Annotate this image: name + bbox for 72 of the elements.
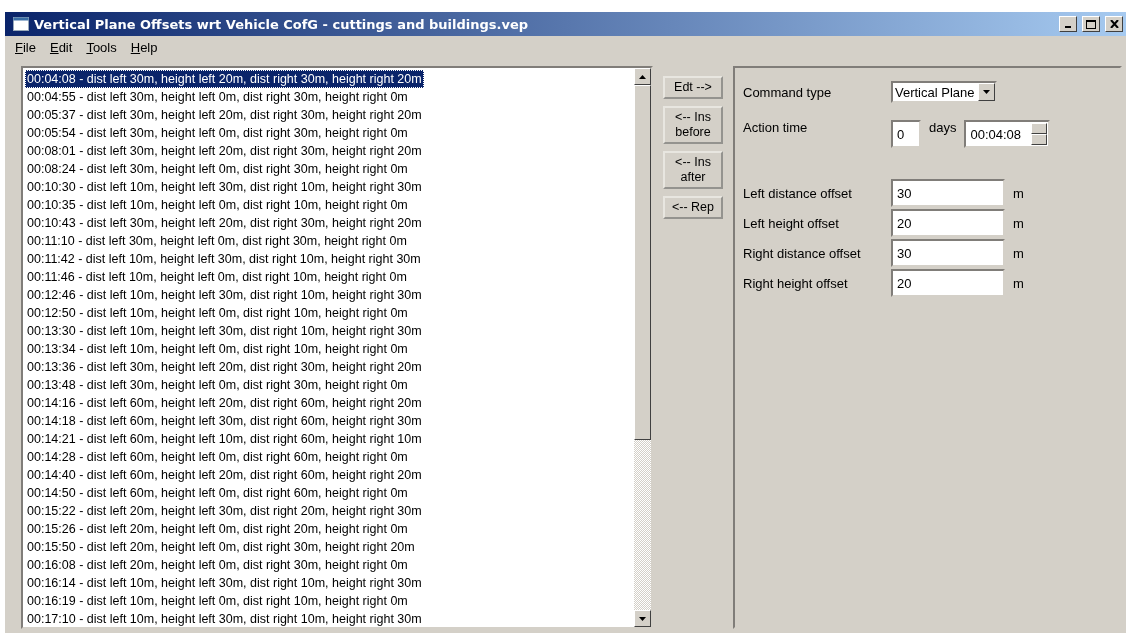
- action-button[interactable]: Edt -->: [663, 76, 723, 99]
- scrollbar[interactable]: [634, 68, 651, 627]
- unit-label: m: [1013, 245, 1024, 261]
- field-label: Right distance offset: [743, 245, 862, 261]
- field-label: Left distance offset: [743, 185, 853, 201]
- offset-field[interactable]: 30: [891, 179, 1005, 207]
- list-item[interactable]: 00:05:54 - dist left 30m, height left 0m, dist right 30m, height right 0m: [25, 124, 410, 142]
- action-button[interactable]: <-- Ins after: [663, 151, 723, 189]
- caret-icon: [982, 90, 990, 94]
- list-item[interactable]: 00:04:55 - dist left 30m, height left 0m, dist right 30m, height right 0m: [25, 88, 410, 106]
- unit-label: m: [1013, 185, 1024, 201]
- command-type-dropdown[interactable]: Vertical Plane: [891, 81, 997, 103]
- list-item[interactable]: 00:13:36 - dist left 30m, height left 20m, dist right 30m, height right 20m: [25, 358, 424, 376]
- field-label: Command type: [743, 84, 833, 100]
- offset-field[interactable]: 20: [891, 209, 1005, 237]
- list-item[interactable]: 00:17:10 - dist left 10m, height left 30m, dist right 10m, height right 30m: [25, 610, 424, 627]
- list-item[interactable]: 00:16:19 - dist left 10m, height left 0m, dist right 10m, height right 0m: [25, 592, 410, 610]
- time-field[interactable]: 00:04:08: [964, 120, 1051, 148]
- spin-buttons[interactable]: [1031, 123, 1048, 145]
- up-arrow-icon: [639, 74, 646, 79]
- list-item[interactable]: 00:14:28 - dist left 60m, height left 0m, dist right 60m, height right 0m: [25, 448, 410, 466]
- scroll-thumb[interactable]: [634, 85, 651, 440]
- list-item[interactable]: 00:11:46 - dist left 10m, height left 0m, dist right 10m, height right 0m: [25, 268, 409, 286]
- field-label: Right height offset: [743, 275, 849, 291]
- action-button[interactable]: <-- Ins before: [663, 106, 723, 144]
- list-item[interactable]: 00:10:30 - dist left 10m, height left 30m, dist right 10m, height right 30m: [25, 178, 424, 196]
- list-item[interactable]: 00:16:14 - dist left 10m, height left 30m, dist right 10m, height right 30m: [25, 574, 424, 592]
- down-arrow-icon: [639, 616, 646, 621]
- list-item[interactable]: 00:13:48 - dist left 30m, height left 0m, dist right 30m, height right 0m: [25, 376, 410, 394]
- menu-item[interactable]: Edit: [49, 40, 73, 56]
- list-item[interactable]: 00:14:50 - dist left 60m, height left 0m, dist right 60m, height right 0m: [25, 484, 410, 502]
- list-item[interactable]: 00:10:35 - dist left 10m, height left 0m, dist right 10m, height right 0m: [25, 196, 410, 214]
- unit-label: m: [1013, 215, 1024, 231]
- list-item[interactable]: 00:13:30 - dist left 10m, height left 30m, dist right 10m, height right 30m: [25, 322, 424, 340]
- list-item[interactable]: 00:08:24 - dist left 30m, height left 0m, dist right 30m, height right 0m: [25, 160, 410, 178]
- close-icon: [1109, 20, 1119, 28]
- offset-field[interactable]: 30: [891, 239, 1005, 267]
- list-item[interactable]: 00:13:34 - dist left 10m, height left 0m, dist right 10m, height right 0m: [25, 340, 410, 358]
- scroll-up-button[interactable]: [634, 68, 651, 85]
- list-item[interactable]: 00:11:42 - dist left 10m, height left 30m, dist right 10m, height right 30m: [25, 250, 423, 268]
- days-field[interactable]: 0: [891, 120, 921, 148]
- list-item[interactable]: 00:14:40 - dist left 60m, height left 20m, dist right 60m, height right 20m: [25, 466, 424, 484]
- list-item[interactable]: 00:14:18 - dist left 60m, height left 30m, dist right 60m, height right 30m: [25, 412, 424, 430]
- scroll-down-button[interactable]: [634, 610, 651, 627]
- list-item[interactable]: 00:08:01 - dist left 30m, height left 20m, dist right 30m, height right 20m: [25, 142, 424, 160]
- offset-field[interactable]: 20: [891, 269, 1005, 297]
- list-item[interactable]: 00:05:37 - dist left 30m, height left 20m, dist right 30m, height right 20m: [25, 106, 424, 124]
- maximize-icon: [1086, 19, 1096, 29]
- unit-label: days: [929, 120, 957, 135]
- list-item[interactable]: 00:12:50 - dist left 10m, height left 0m, dist right 10m, height right 0m: [25, 304, 410, 322]
- close-button[interactable]: [1105, 16, 1123, 32]
- unit-label: m: [1013, 275, 1024, 291]
- list-item[interactable]: 00:15:22 - dist left 20m, height left 30m, dist right 20m, height right 30m: [25, 502, 424, 520]
- window-title: Vertical Plane Offsets wrt Vehicle CofG - cuttings and buildings.vep: [34, 16, 530, 32]
- list-item[interactable]: 00:16:08 - dist left 20m, height left 0m, dist right 30m, height right 0m: [25, 556, 410, 574]
- list-item[interactable]: 00:11:10 - dist left 30m, height left 0m, dist right 30m, height right 0m: [25, 232, 409, 250]
- menu-item[interactable]: Help: [130, 40, 158, 56]
- list-item[interactable]: 00:14:21 - dist left 60m, height left 10m, dist right 60m, height right 10m: [25, 430, 424, 448]
- field-label: Left height offset: [743, 215, 840, 231]
- list-item[interactable]: 00:14:16 - dist left 60m, height left 20m, dist right 60m, height right 20m: [25, 394, 424, 412]
- list-item[interactable]: 00:10:43 - dist left 30m, height left 20m, dist right 30m, height right 20m: [25, 214, 424, 232]
- minimize-button[interactable]: [1059, 16, 1077, 32]
- list-item[interactable]: 00:12:46 - dist left 10m, height left 30m, dist right 10m, height right 30m: [25, 286, 424, 304]
- field-label: Action time: [743, 120, 809, 135]
- window-icon: [13, 17, 29, 31]
- maximize-button[interactable]: [1082, 16, 1100, 32]
- list-item[interactable]: 00:15:50 - dist left 20m, height left 0m, dist right 30m, height right 20m: [25, 538, 417, 556]
- menu-item[interactable]: File: [15, 40, 36, 56]
- list-item[interactable]: 00:15:26 - dist left 20m, height left 0m, dist right 20m, height right 0m: [25, 520, 410, 538]
- list-item[interactable]: 00:04:08 - dist left 30m, height left 20m, dist right 30m, height right 20m: [25, 70, 424, 88]
- action-button[interactable]: <-- Rep: [663, 196, 723, 219]
- menu-item[interactable]: Tools: [86, 40, 117, 56]
